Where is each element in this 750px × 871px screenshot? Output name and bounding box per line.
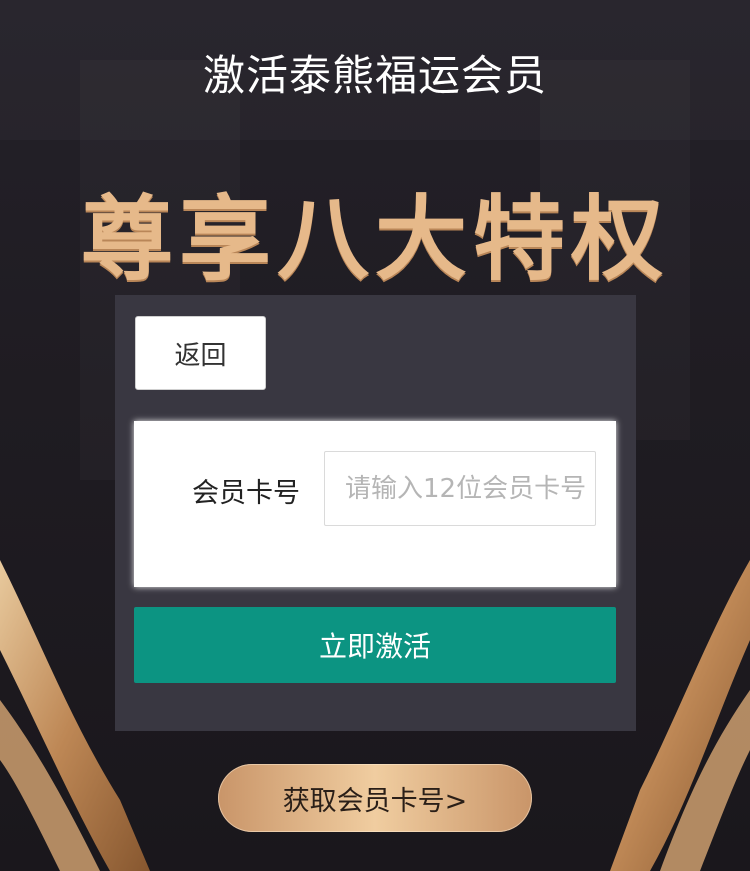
card-number-label: 会员卡号 [192,478,300,509]
hero-title: 尊享八大特权 [80,186,669,293]
page-title: 激活泰熊福运会员 [202,51,547,100]
form-card: 会员卡号 [134,421,616,587]
get-card-number-button[interactable]: 获取会员卡号> [218,764,532,832]
activation-panel: 返回 会员卡号 立即激活 [115,295,636,731]
back-button[interactable]: 返回 [135,316,266,390]
activate-button[interactable]: 立即激活 [134,607,616,683]
card-number-input[interactable] [324,451,596,526]
